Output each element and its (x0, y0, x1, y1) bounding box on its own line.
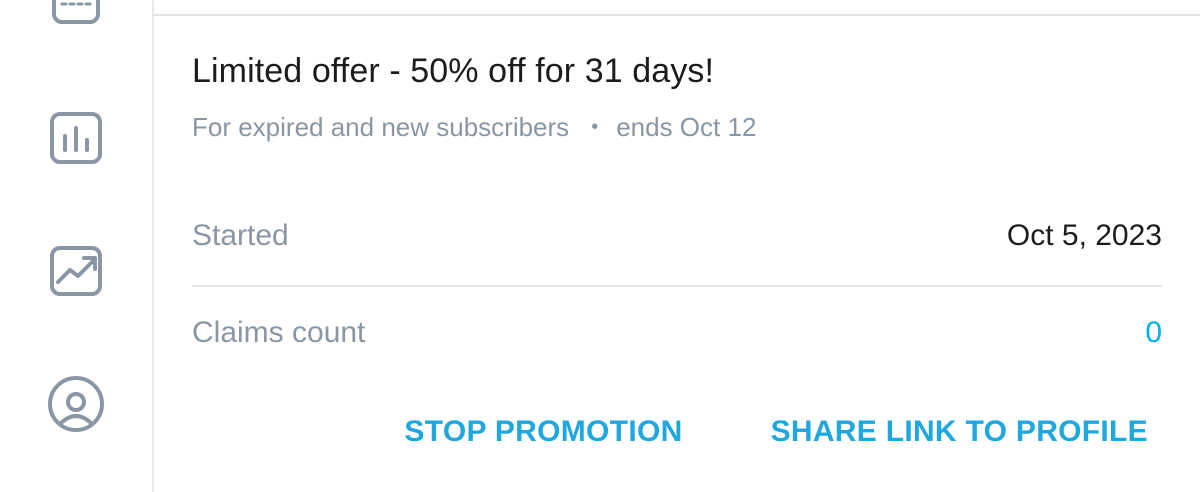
calendar-icon[interactable] (44, 0, 108, 34)
promotion-audience: For expired and new subscribers (192, 112, 570, 142)
separator-dot: • (591, 116, 599, 138)
claims-label: Claims count (192, 316, 366, 349)
trending-chart-icon[interactable] (44, 238, 108, 302)
promotion-end-date: ends Oct 12 (616, 112, 757, 142)
stop-promotion-button[interactable]: STOP PROMOTION (404, 415, 682, 449)
sidebar-rail (0, 0, 152, 492)
promotion-actions: STOP PROMOTION SHARE LINK TO PROFILE (404, 415, 1148, 449)
statistics-icon[interactable] (44, 106, 108, 170)
started-label: Started (192, 219, 289, 252)
promotion-subtitle: For expired and new subscribers • ends O… (192, 112, 756, 143)
profile-icon[interactable] (44, 372, 108, 436)
promotion-title: Limited offer - 50% off for 31 days! (192, 52, 715, 90)
started-value: Oct 5, 2023 (1006, 219, 1162, 252)
share-link-button[interactable]: SHARE LINK TO PROFILE (771, 415, 1148, 449)
promotion-screen: Limited offer - 50% off for 31 days! For… (0, 0, 1200, 492)
row-divider (192, 285, 1162, 287)
promotion-card: Limited offer - 50% off for 31 days! For… (154, 0, 1200, 492)
started-row: Started Oct 5, 2023 (192, 211, 1162, 261)
top-divider (154, 14, 1200, 16)
claims-row: Claims count 0 (192, 308, 1162, 358)
claims-count-value[interactable]: 0 (1145, 316, 1162, 350)
